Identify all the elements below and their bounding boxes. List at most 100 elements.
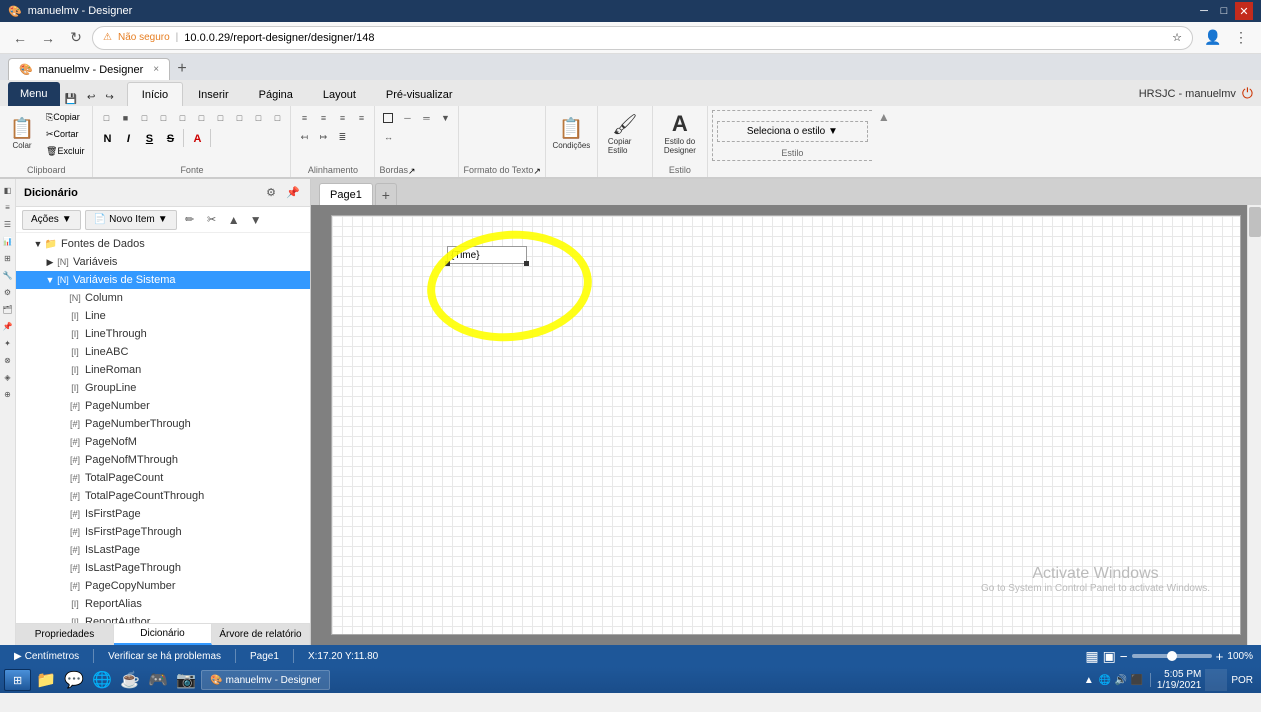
edit-button-1[interactable]: ✏ [181, 211, 199, 229]
close-button[interactable]: ✕ [1235, 2, 1253, 20]
condicoes-button[interactable]: 📋 Condições [553, 109, 589, 157]
canvas-scroll[interactable]: {Time} Activate Windows Go to System in … [311, 205, 1261, 645]
tree-item-lineroman[interactable]: [I] LineRoman [16, 361, 310, 379]
align-right-button[interactable]: ≡ [333, 109, 351, 127]
tree-item-totalpagecount[interactable]: [#] TotalPageCount [16, 469, 310, 487]
taskbar-chat-icon[interactable]: 💬 [61, 669, 87, 691]
left-tool-11[interactable]: ⊗ [1, 353, 15, 367]
border-color-button[interactable] [379, 109, 397, 127]
tree-item-pagenofmthrough[interactable]: [#] PageNofMThrough [16, 451, 310, 469]
bordas-more[interactable]: ▼ [436, 109, 454, 127]
font-color-button[interactable]: A [187, 129, 207, 149]
shape-btn-2[interactable]: ■ [116, 109, 134, 127]
seleciona-estilo-button[interactable]: Seleciona o estilo ▼ [717, 121, 868, 142]
menu-tab[interactable]: Menu [8, 82, 60, 106]
time-element[interactable]: {Time} [447, 246, 527, 264]
view-mode-1-button[interactable]: ▦ [1085, 648, 1098, 665]
tree-item-pagecopynumber[interactable]: [#] PageCopyNumber [16, 577, 310, 595]
left-tool-12[interactable]: ◈ [1, 370, 15, 384]
left-tool-5[interactable]: ⊞ [1, 251, 15, 265]
ribbon-tab-pagina[interactable]: Página [244, 82, 308, 106]
browser-tab-active[interactable]: 🎨 manuelmv - Designer × [8, 58, 170, 80]
list-button[interactable]: ≣ [333, 128, 351, 146]
paste-button[interactable]: 📋 Colar [4, 109, 40, 157]
taskbar-java-icon[interactable]: ☕ [117, 669, 143, 691]
zoom-minus-button[interactable]: − [1120, 649, 1128, 664]
sidebar-gear-button[interactable]: ⚙ [262, 184, 280, 202]
shape-btn-5[interactable]: □ [173, 109, 191, 127]
unit-selector[interactable]: ▶ Centímetros [8, 647, 85, 665]
underline-button[interactable]: S [139, 129, 159, 149]
tree-item-variaveis-sistema[interactable]: ▼ [N] Variáveis de Sistema [16, 271, 310, 289]
strikethrough-button[interactable]: S [160, 129, 180, 149]
v-scrollbar[interactable] [1247, 205, 1261, 645]
left-tool-1[interactable]: ◧ [1, 183, 15, 197]
tab-propriedades[interactable]: Propriedades [16, 624, 114, 645]
copy-button[interactable]: ⎘ Copiar [42, 109, 88, 125]
ribbon-collapse-button[interactable]: ▲ [878, 110, 890, 124]
undo-button[interactable]: ↩ [82, 89, 100, 106]
align-left-button[interactable]: ≡ [295, 109, 313, 127]
cut-button[interactable]: ✂ Cortar [42, 126, 88, 142]
scrollbar-thumb[interactable] [1249, 207, 1261, 237]
nav-up-button[interactable]: ▲ [225, 211, 243, 229]
sidebar-pin-button[interactable]: 📌 [284, 184, 302, 202]
back-button[interactable]: ← [8, 26, 32, 50]
tree-item-variaveis[interactable]: ▶ [N] Variáveis [16, 253, 310, 271]
tree-item-fontes[interactable]: ▼ 📁 Fontes de Dados [16, 235, 310, 253]
taskbar-clock[interactable]: 5:05 PM 1/19/2021 [1157, 669, 1202, 691]
tree-item-islastpagethrough[interactable]: [#] IsLastPageThrough [16, 559, 310, 577]
redo-button[interactable]: ↪ [100, 89, 118, 106]
zoom-plus-button[interactable]: + [1216, 649, 1224, 664]
forward-button[interactable]: → [36, 26, 60, 50]
left-tool-3[interactable]: ☰ [1, 217, 15, 231]
estilo-designer-button[interactable]: A Estilo doDesigner [662, 109, 698, 157]
new-tab-button[interactable]: + [170, 58, 194, 80]
left-tool-8[interactable]: 🗂 [1, 302, 15, 316]
left-tool-6[interactable]: 🔧 [1, 268, 15, 282]
ribbon-tab-inicio[interactable]: Início [127, 82, 183, 106]
shape-btn-3[interactable]: □ [135, 109, 153, 127]
acoes-button[interactable]: Ações ▼ [22, 210, 81, 230]
tab-arvore[interactable]: Árvore de relatório [212, 624, 310, 645]
edit-button-2[interactable]: ✂ [203, 211, 221, 229]
taskbar-camera-icon[interactable]: 📷 [173, 669, 199, 691]
save-button-ribbon[interactable]: 💾 [60, 93, 82, 106]
tree-item-isfirstpage[interactable]: [#] IsFirstPage [16, 505, 310, 523]
tree-item-pagenumberthrough[interactable]: [#] PageNumberThrough [16, 415, 310, 433]
browser-menu-button[interactable]: ⋮ [1229, 26, 1253, 50]
minimize-button[interactable]: ─ [1195, 2, 1213, 20]
verify-button[interactable]: Verificar se há problemas [102, 647, 227, 665]
border-expand-button[interactable]: ↔ [379, 128, 397, 146]
tree-item-pagenumber[interactable]: [#] PageNumber [16, 397, 310, 415]
indent-increase-button[interactable]: ↦ [314, 128, 332, 146]
tree-item-pagenofm[interactable]: [#] PageNofM [16, 433, 310, 451]
profile-button[interactable]: 👤 [1201, 26, 1225, 50]
tree-item-groupline[interactable]: [I] GroupLine [16, 379, 310, 397]
indent-decrease-button[interactable]: ↤ [295, 128, 313, 146]
tree-item-column[interactable]: [N] Column [16, 289, 310, 307]
shape-btn-4[interactable]: □ [154, 109, 172, 127]
taskbar-game-icon[interactable]: 🎮 [145, 669, 171, 691]
shape-btn-9[interactable]: □ [249, 109, 267, 127]
italic-button[interactable]: I [118, 129, 138, 149]
shape-btn-10[interactable]: □ [268, 109, 286, 127]
ribbon-power-button[interactable]: ⏻ [1242, 85, 1253, 102]
tree-item-lineabc[interactable]: [I] LineABC [16, 343, 310, 361]
show-desktop-button[interactable] [1205, 669, 1227, 691]
view-mode-2-button[interactable]: ▣ [1103, 648, 1116, 665]
nav-down-button[interactable]: ▼ [247, 211, 265, 229]
start-button[interactable]: ⊞ [4, 669, 31, 691]
canvas-tab-page1[interactable]: Page1 [319, 183, 373, 205]
zoom-slider[interactable] [1132, 654, 1212, 658]
copiar-estilo-button[interactable]: 🖌 Copiar Estilo [607, 109, 643, 157]
bold-button[interactable]: N [97, 129, 117, 149]
address-bar[interactable]: ⚠ Não seguro | 10.0.0.29/report-designer… [92, 26, 1193, 50]
tree-item-linethrough[interactable]: [I] LineThrough [16, 325, 310, 343]
shape-btn-7[interactable]: □ [211, 109, 229, 127]
ribbon-tab-inserir[interactable]: Inserir [183, 82, 244, 106]
shape-btn-6[interactable]: □ [192, 109, 210, 127]
novo-item-button[interactable]: 📄 Novo Item ▼ [85, 210, 177, 230]
formato-expand-button[interactable]: ↗ [533, 166, 541, 177]
add-page-button[interactable]: + [375, 183, 397, 205]
